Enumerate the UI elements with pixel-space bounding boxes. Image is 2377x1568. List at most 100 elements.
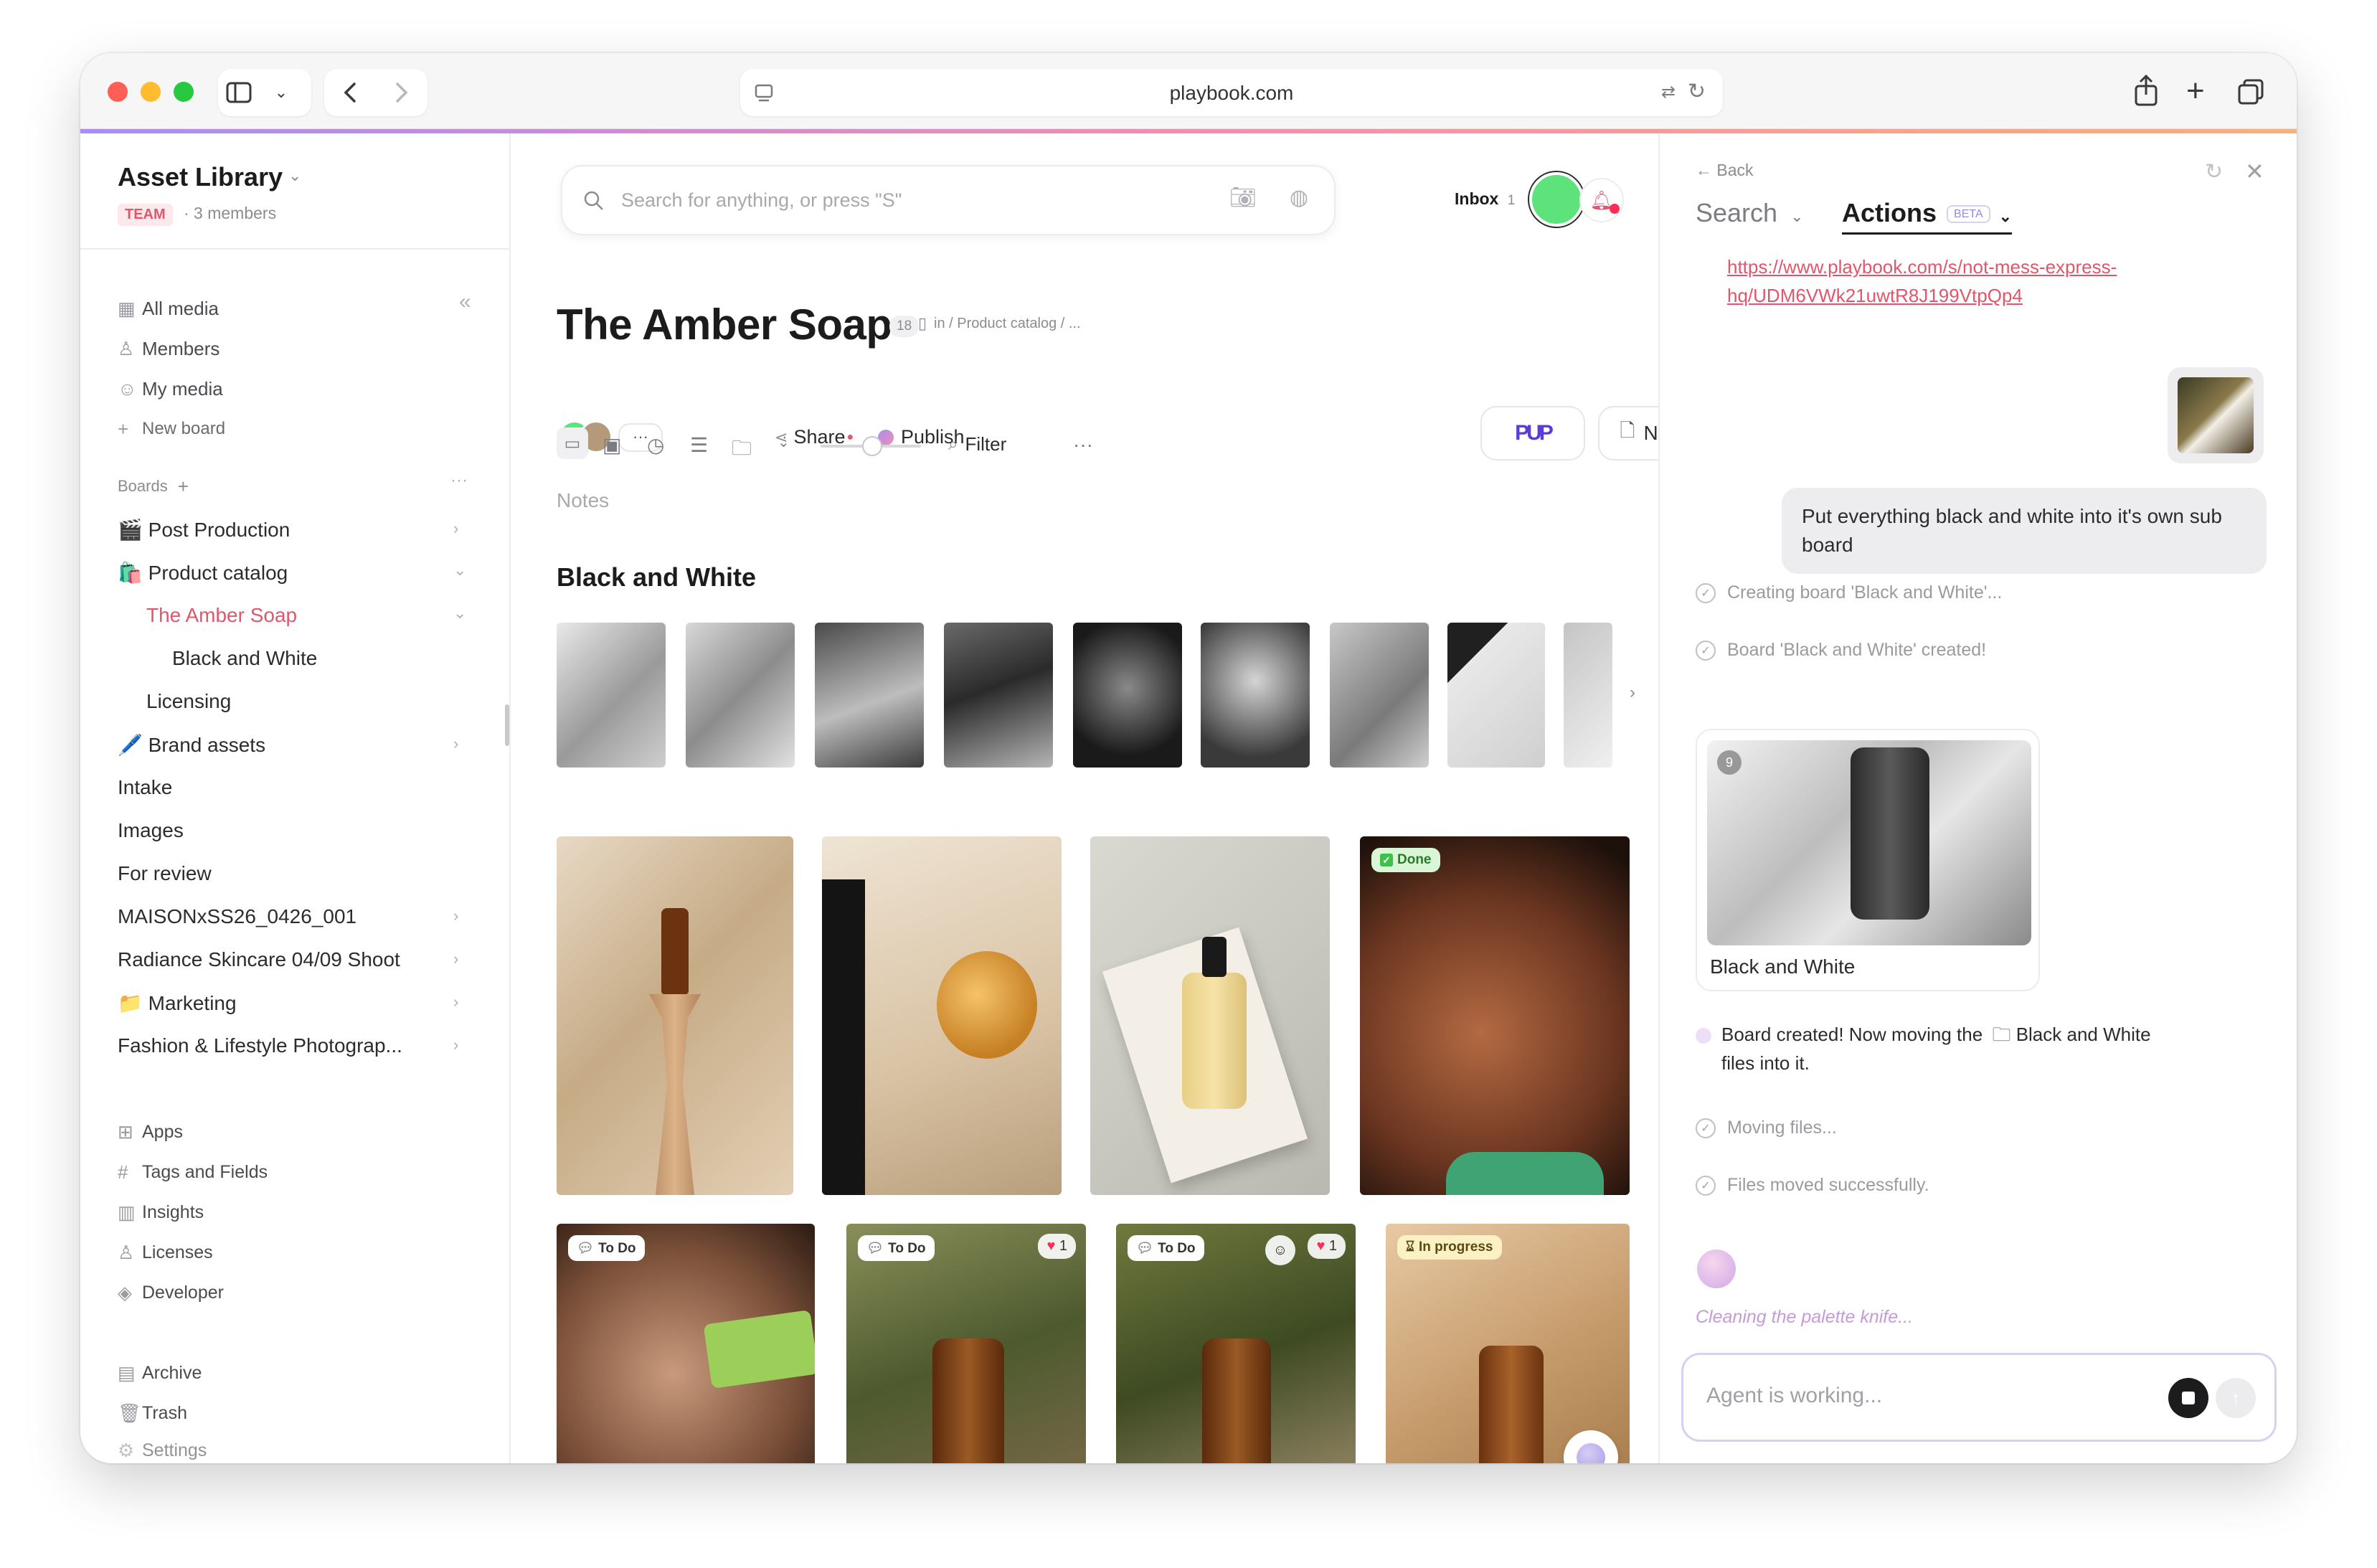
sidebar-item-settings[interactable]: ⚙ Settings	[118, 1437, 207, 1463]
media-card[interactable]	[557, 836, 793, 1195]
back-arrow-icon[interactable]	[324, 69, 376, 116]
minimize-window-button[interactable]	[141, 82, 161, 102]
new-tab-icon[interactable]: +	[2186, 73, 2205, 109]
sidebar-scrollbar[interactable]	[505, 704, 509, 746]
folder-icon[interactable]: 🗀	[732, 433, 752, 468]
chevron-down-icon[interactable]: ⌄	[778, 433, 790, 451]
address-bar[interactable]: playbook.com ⇄ ↻	[740, 69, 1723, 116]
sidebar-item-insights[interactable]: ▥ Insights	[118, 1196, 204, 1228]
chevron-right-icon[interactable]: ›	[453, 1036, 458, 1054]
board-view-icon[interactable]: ▣	[602, 433, 621, 457]
close-icon[interactable]: ✕	[2245, 158, 2264, 185]
share-icon[interactable]	[2132, 73, 2168, 109]
sidebar-toggle-icon[interactable]	[218, 69, 260, 116]
chevron-right-icon[interactable]: ›	[453, 519, 458, 538]
board-result-card[interactable]: 9 Black and White	[1696, 729, 2040, 991]
board-link[interactable]: 🗀 Black and White	[1992, 1024, 2150, 1045]
zoom-slider[interactable]	[821, 436, 921, 456]
thumbnail-image[interactable]	[557, 623, 666, 768]
sidebar-item-fashion-lifestyle[interactable]: Fashion & Lifestyle Photograp...	[118, 1030, 402, 1062]
like-button[interactable]: ♥ 1	[1308, 1234, 1346, 1259]
shared-link[interactable]: https://www.playbook.com/s/not-mess-expr…	[1727, 252, 2244, 310]
thumbnail-image[interactable]	[1201, 623, 1310, 768]
chevron-right-icon[interactable]: ›	[453, 950, 458, 968]
thumbnail-image[interactable]	[1447, 623, 1545, 768]
status-badge-in-progress[interactable]: ⌛︎ In progress	[1397, 1235, 1502, 1260]
tab-search[interactable]: Search ⌄	[1696, 198, 1804, 228]
camera-icon[interactable]: 📷︎	[1229, 185, 1257, 210]
sidebar-item-black-and-white[interactable]: Black and White	[172, 643, 317, 674]
bookmark-icon[interactable]: ▯	[918, 314, 927, 333]
sidebar-item-intake[interactable]: Intake	[118, 772, 172, 803]
sidebar-item-my-media[interactable]: ☺ My media	[118, 373, 223, 405]
translate-icon[interactable]: ⇄	[1661, 82, 1676, 103]
media-card[interactable]	[1090, 836, 1330, 1195]
sidebar-item-trash[interactable]: 🗑 Trash	[118, 1397, 187, 1429]
new-button[interactable]: 🗋 New	[1598, 406, 1658, 461]
breadcrumb[interactable]: in / Product catalog / ...	[934, 316, 1081, 332]
media-card[interactable]: 💬︎ To Do ☺ ♥ 1	[1116, 1224, 1356, 1463]
sidebar-item-radiance-skincare[interactable]: Radiance Skincare 04/09 Shoot	[118, 944, 400, 976]
composer-input[interactable]: Agent is working...	[1706, 1384, 1882, 1408]
chevron-down-icon[interactable]: ⌄	[260, 69, 303, 116]
sidebar-item-the-amber-soap[interactable]: The Amber Soap	[146, 600, 297, 631]
zoom-window-button[interactable]	[174, 82, 194, 102]
sidebar-item-archive[interactable]: ▤ Archive	[118, 1357, 202, 1389]
refresh-icon[interactable]: ↻	[2205, 159, 2223, 184]
palette-icon[interactable]: ◍	[1290, 185, 1308, 210]
notification-bell-icon[interactable]: 🔔︎	[1579, 178, 1624, 222]
agent-composer[interactable]: Agent is working... ↑	[1681, 1353, 2277, 1442]
sidebar-item-licenses[interactable]: ♙ Licenses	[118, 1237, 213, 1268]
thumbnail-image[interactable]	[944, 623, 1053, 768]
thumbnail-image[interactable]	[686, 623, 795, 768]
media-card[interactable]: 💬︎ To Do ♥ 1	[846, 1224, 1086, 1463]
stop-button[interactable]	[2168, 1378, 2208, 1418]
sidebar-item-licensing[interactable]: Licensing	[146, 686, 231, 717]
media-card[interactable]	[822, 836, 1062, 1195]
add-board-icon[interactable]: +	[178, 476, 189, 498]
sidebar-item-new-board[interactable]: + New board	[118, 413, 225, 445]
sidebar-item-members[interactable]: ♙ Members	[118, 333, 219, 364]
sidebar-item-for-review[interactable]: For review	[118, 858, 212, 889]
sidebar-item-post-production[interactable]: 🎬 Post Production	[118, 514, 290, 545]
workspace-title[interactable]: Asset Library	[118, 162, 283, 192]
send-button[interactable]: ↑	[2216, 1378, 2256, 1418]
scroll-right-icon[interactable]: ›	[1630, 683, 1635, 703]
status-badge-todo[interactable]: 💬︎ To Do	[568, 1235, 645, 1261]
search-input[interactable]: Search for anything, or press "S" 📷︎ ◍	[561, 165, 1336, 235]
zoom-slider-handle[interactable]	[862, 436, 882, 456]
media-card[interactable]: ⌛︎ In progress	[1386, 1224, 1630, 1463]
list-view-icon[interactable]: ☰	[690, 433, 708, 457]
more-options-icon[interactable]: ···	[1073, 433, 1093, 456]
chevron-down-icon[interactable]: ⌄	[288, 166, 301, 185]
like-button[interactable]: ♥ 1	[1038, 1234, 1076, 1259]
collapse-sidebar-icon[interactable]: «	[459, 290, 471, 314]
tab-actions[interactable]: Actions BETA ⌄	[1842, 198, 2013, 235]
sidebar-item-all-media[interactable]: ▦ All media	[118, 293, 219, 324]
inbox-button[interactable]: Inbox 1	[1455, 189, 1515, 209]
chevron-right-icon[interactable]: ›	[453, 993, 458, 1011]
sidebar-item-tags-and-fields[interactable]: # Tags and Fields	[118, 1156, 268, 1188]
chevron-right-icon[interactable]: ›	[453, 907, 458, 925]
thumbnail-image[interactable]	[1073, 623, 1182, 768]
more-options-icon[interactable]: ···	[450, 471, 468, 491]
reload-icon[interactable]: ↻	[1688, 79, 1706, 104]
sidebar-item-apps[interactable]: ⊞ Apps	[118, 1116, 183, 1148]
thumbnail-image[interactable]	[1564, 623, 1612, 768]
status-badge-todo[interactable]: 💬︎ To Do	[1128, 1235, 1204, 1261]
filter-button[interactable]: ⌕ Filter	[948, 433, 1006, 455]
thumbnail-image[interactable]	[1330, 623, 1429, 768]
sidebar-item-images[interactable]: Images	[118, 815, 184, 846]
app-logo-button[interactable]: P⁠U⁠P	[1480, 406, 1585, 461]
chevron-down-icon[interactable]: ⌄	[453, 604, 466, 623]
sidebar-item-marketing[interactable]: 📁 Marketing	[118, 987, 237, 1019]
status-badge-todo[interactable]: 💬︎ To Do	[858, 1235, 935, 1261]
media-card[interactable]: ✓ Done	[1360, 836, 1630, 1195]
chevron-right-icon[interactable]: ›	[453, 735, 458, 753]
close-window-button[interactable]	[108, 82, 128, 102]
back-button[interactable]: ← Back	[1696, 161, 1754, 180]
tab-overview-icon[interactable]	[2236, 77, 2268, 109]
comment-button[interactable]: ☺	[1265, 1235, 1295, 1265]
media-card[interactable]: 💬︎ To Do	[557, 1224, 815, 1463]
sidebar-item-brand-assets[interactable]: 🖊️ Brand assets	[118, 729, 265, 760]
